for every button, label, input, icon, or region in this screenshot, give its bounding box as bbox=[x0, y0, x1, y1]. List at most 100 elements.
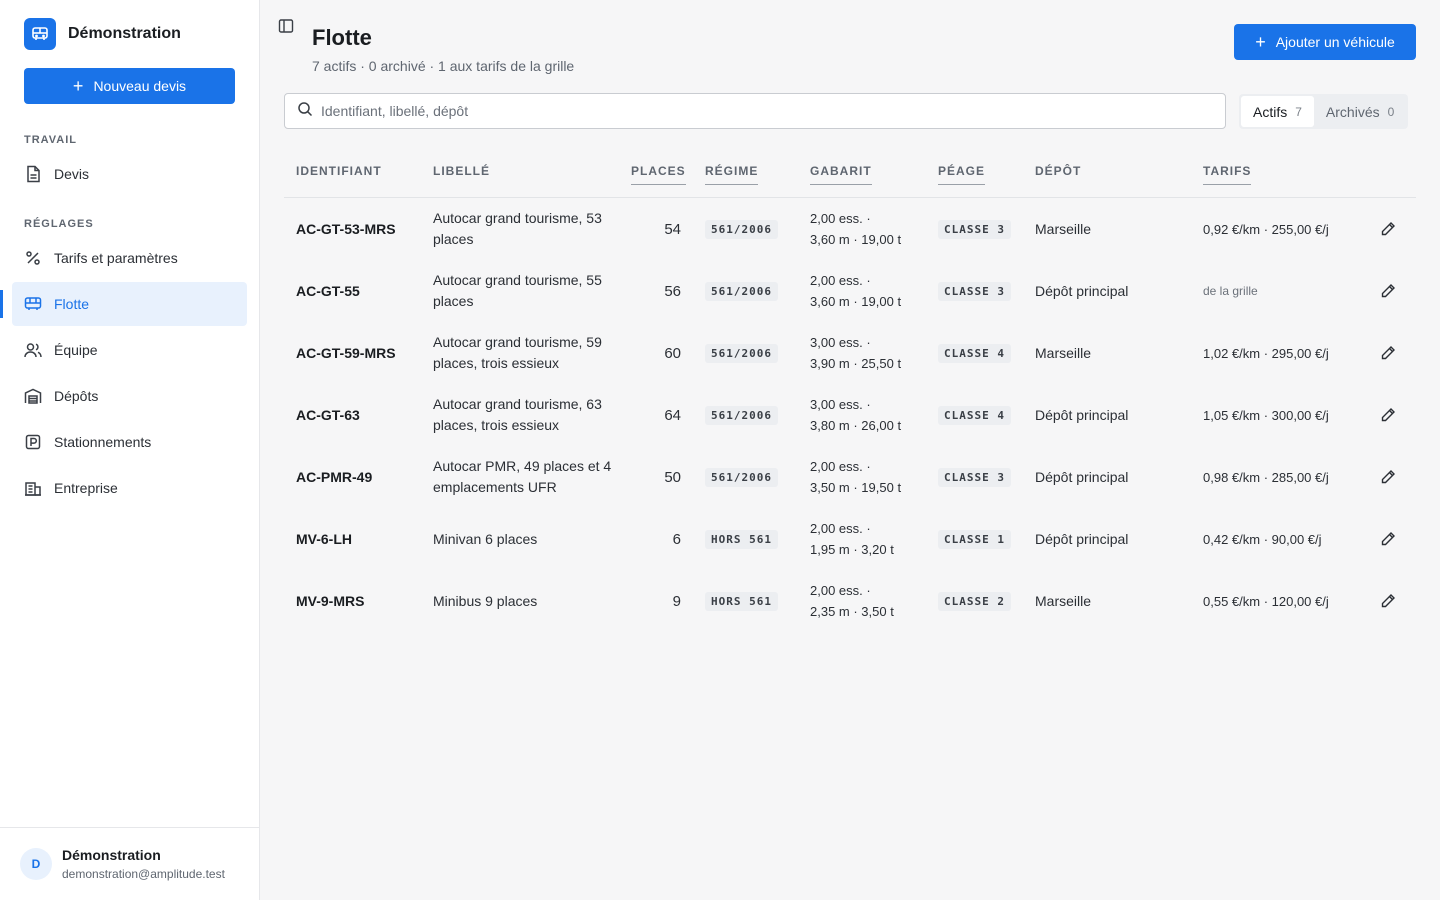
sidebar-item-entreprise[interactable]: Entreprise bbox=[12, 466, 247, 510]
cell-peage: CLASSE 4 bbox=[938, 384, 1011, 446]
cell-regime: HORS 561 bbox=[705, 508, 778, 570]
sidebar-item-label: Devis bbox=[54, 166, 90, 182]
cell-places: 56 bbox=[664, 282, 681, 300]
sidebar-item-label: Flotte bbox=[54, 296, 90, 312]
column-header-places[interactable]: PLACES bbox=[631, 164, 686, 185]
edit-pencil-icon[interactable] bbox=[1378, 198, 1398, 260]
warehouse-icon bbox=[24, 387, 42, 405]
cell-libelle: Autocar grand tourisme, 63 places, trois… bbox=[433, 396, 602, 433]
cell-depot: Marseille bbox=[1035, 221, 1092, 237]
sidebar-item-label: Stationnements bbox=[54, 434, 152, 450]
new-quote-label: Nouveau devis bbox=[93, 78, 187, 94]
edit-pencil-icon[interactable] bbox=[1378, 322, 1398, 384]
gabarit-line-2: 3,90 m · 25,50 t bbox=[810, 356, 902, 371]
filter-label: Archivés bbox=[1325, 103, 1380, 120]
regime-badge: 561/2006 bbox=[705, 281, 778, 301]
search-box bbox=[284, 93, 1226, 129]
cell-libelle: Minibus 9 places bbox=[433, 592, 538, 609]
column-header-libelle: LIBELLÉ bbox=[433, 164, 490, 178]
cell-depot: Dépôt principal bbox=[1035, 283, 1129, 299]
cell-gabarit: 2,00 ess. · 3,60 m · 19,00 t bbox=[810, 198, 901, 260]
table-row[interactable]: AC-GT-55 Autocar grand tourisme, 55 plac… bbox=[284, 260, 1416, 322]
cell-tarifs: 0,42 €/km · 90,00 €/j bbox=[1203, 531, 1322, 547]
table-row[interactable]: MV-6-LH Minivan 6 places 6 HORS 561 2,00… bbox=[284, 508, 1416, 570]
cell-places: 6 bbox=[672, 530, 681, 548]
edit-pencil-icon[interactable] bbox=[1378, 446, 1398, 508]
table-row[interactable]: AC-GT-53-MRS Autocar grand tourisme, 53 … bbox=[284, 198, 1416, 260]
regime-badge: HORS 561 bbox=[705, 591, 778, 611]
add-vehicle-button[interactable]: + Ajouter un véhicule bbox=[1234, 24, 1416, 60]
gabarit-line-1: 3,00 ess. · bbox=[810, 335, 871, 350]
cell-tarifs: 0,98 €/km · 285,00 €/j bbox=[1203, 469, 1329, 485]
cell-gabarit: 3,00 ess. · 3,90 m · 25,50 t bbox=[810, 322, 901, 384]
section-label-reglages: RÉGLAGES bbox=[24, 218, 94, 230]
edit-pencil-icon[interactable] bbox=[1378, 260, 1398, 322]
users-icon bbox=[24, 341, 42, 359]
filter-archives[interactable]: Archivés 0 bbox=[1314, 96, 1406, 127]
cell-identifiant: AC-GT-59-MRS bbox=[296, 345, 396, 361]
sidebar-item-label: Entreprise bbox=[54, 480, 118, 496]
gabarit-line-1: 2,00 ess. · bbox=[810, 211, 871, 226]
cell-regime: 561/2006 bbox=[705, 322, 778, 384]
toggle-sidebar-icon[interactable] bbox=[278, 18, 294, 34]
column-header-gabarit[interactable]: GABARIT bbox=[810, 164, 872, 185]
cell-gabarit: 2,00 ess. · 3,60 m · 19,00 t bbox=[810, 260, 901, 322]
gabarit-line-2: 3,50 m · 19,50 t bbox=[810, 480, 902, 495]
percent-icon bbox=[24, 249, 42, 267]
cell-libelle: Autocar grand tourisme, 53 places bbox=[433, 210, 602, 247]
new-quote-button[interactable]: + Nouveau devis bbox=[24, 68, 235, 104]
user-info: Démonstration demonstration@amplitude.te… bbox=[62, 847, 225, 881]
gabarit-line-1: 3,00 ess. · bbox=[810, 397, 871, 412]
brand[interactable]: Démonstration bbox=[24, 18, 181, 50]
cell-depot: Marseille bbox=[1035, 345, 1092, 361]
regime-badge: 561/2006 bbox=[705, 343, 778, 363]
gabarit-line-1: 2,00 ess. · bbox=[810, 273, 871, 288]
edit-pencil-icon[interactable] bbox=[1378, 508, 1398, 570]
cell-places: 64 bbox=[664, 406, 681, 424]
column-header-identifiant: IDENTIFIANT bbox=[296, 164, 382, 178]
section-label-travail: TRAVAIL bbox=[24, 134, 78, 146]
column-header-peage[interactable]: PÉAGE bbox=[938, 164, 986, 185]
user-name: Démonstration bbox=[62, 847, 161, 863]
cell-identifiant: MV-6-LH bbox=[296, 531, 352, 547]
filter-actifs[interactable]: Actifs 7 bbox=[1241, 96, 1314, 127]
edit-pencil-icon[interactable] bbox=[1378, 384, 1398, 446]
cell-peage: CLASSE 3 bbox=[938, 446, 1011, 508]
document-icon bbox=[24, 165, 42, 183]
column-header-regime[interactable]: RÉGIME bbox=[705, 164, 759, 185]
cell-depot: Marseille bbox=[1035, 593, 1092, 609]
search-input[interactable] bbox=[321, 103, 1201, 119]
sidebar-item-tarifs[interactable]: Tarifs et paramètres bbox=[12, 236, 247, 280]
edit-pencil-icon[interactable] bbox=[1378, 570, 1398, 632]
cell-places: 50 bbox=[664, 468, 681, 486]
status-filter: Actifs 7 Archivés 0 bbox=[1239, 94, 1409, 129]
cell-tarifs: 1,02 €/km · 295,00 €/j bbox=[1203, 345, 1329, 361]
cell-peage: CLASSE 2 bbox=[938, 570, 1011, 632]
table-row[interactable]: AC-GT-63 Autocar grand tourisme, 63 plac… bbox=[284, 384, 1416, 446]
cell-peage: CLASSE 1 bbox=[938, 508, 1011, 570]
sidebar: Démonstration + Nouveau devis TRAVAIL De… bbox=[0, 0, 260, 900]
cell-libelle: Autocar PMR, 49 places et 4 emplacements… bbox=[433, 458, 612, 495]
user-menu[interactable]: D Démonstration demonstration@amplitude.… bbox=[0, 827, 259, 900]
gabarit-line-2: 2,35 m · 3,50 t bbox=[810, 604, 894, 619]
column-header-tarifs[interactable]: TARIFS bbox=[1203, 164, 1252, 185]
cell-regime: 561/2006 bbox=[705, 446, 778, 508]
filter-label: Actifs bbox=[1253, 103, 1288, 120]
cell-depot: Dépôt principal bbox=[1035, 469, 1129, 485]
peage-badge: CLASSE 3 bbox=[938, 467, 1011, 487]
sidebar-item-flotte[interactable]: Flotte bbox=[0, 282, 247, 326]
cell-places: 9 bbox=[672, 592, 681, 610]
table-row[interactable]: AC-PMR-49 Autocar PMR, 49 places et 4 em… bbox=[284, 446, 1416, 508]
sidebar-item-stationnements[interactable]: Stationnements bbox=[12, 420, 247, 464]
table-row[interactable]: AC-GT-59-MRS Autocar grand tourisme, 59 … bbox=[284, 322, 1416, 384]
cell-identifiant: AC-PMR-49 bbox=[296, 469, 373, 485]
cell-tarifs: 0,92 €/km · 255,00 €/j bbox=[1203, 221, 1329, 237]
peage-badge: CLASSE 3 bbox=[938, 281, 1011, 301]
table-row[interactable]: MV-9-MRS Minibus 9 places 9 HORS 561 2,0… bbox=[284, 570, 1416, 632]
user-email: demonstration@amplitude.test bbox=[62, 867, 225, 881]
sidebar-item-depots[interactable]: Dépôts bbox=[12, 374, 247, 418]
add-vehicle-label: Ajouter un véhicule bbox=[1275, 34, 1395, 50]
sidebar-item-devis[interactable]: Devis bbox=[12, 152, 247, 196]
cell-tarifs: de la grille bbox=[1203, 284, 1258, 298]
sidebar-item-equipe[interactable]: Équipe bbox=[12, 328, 247, 372]
